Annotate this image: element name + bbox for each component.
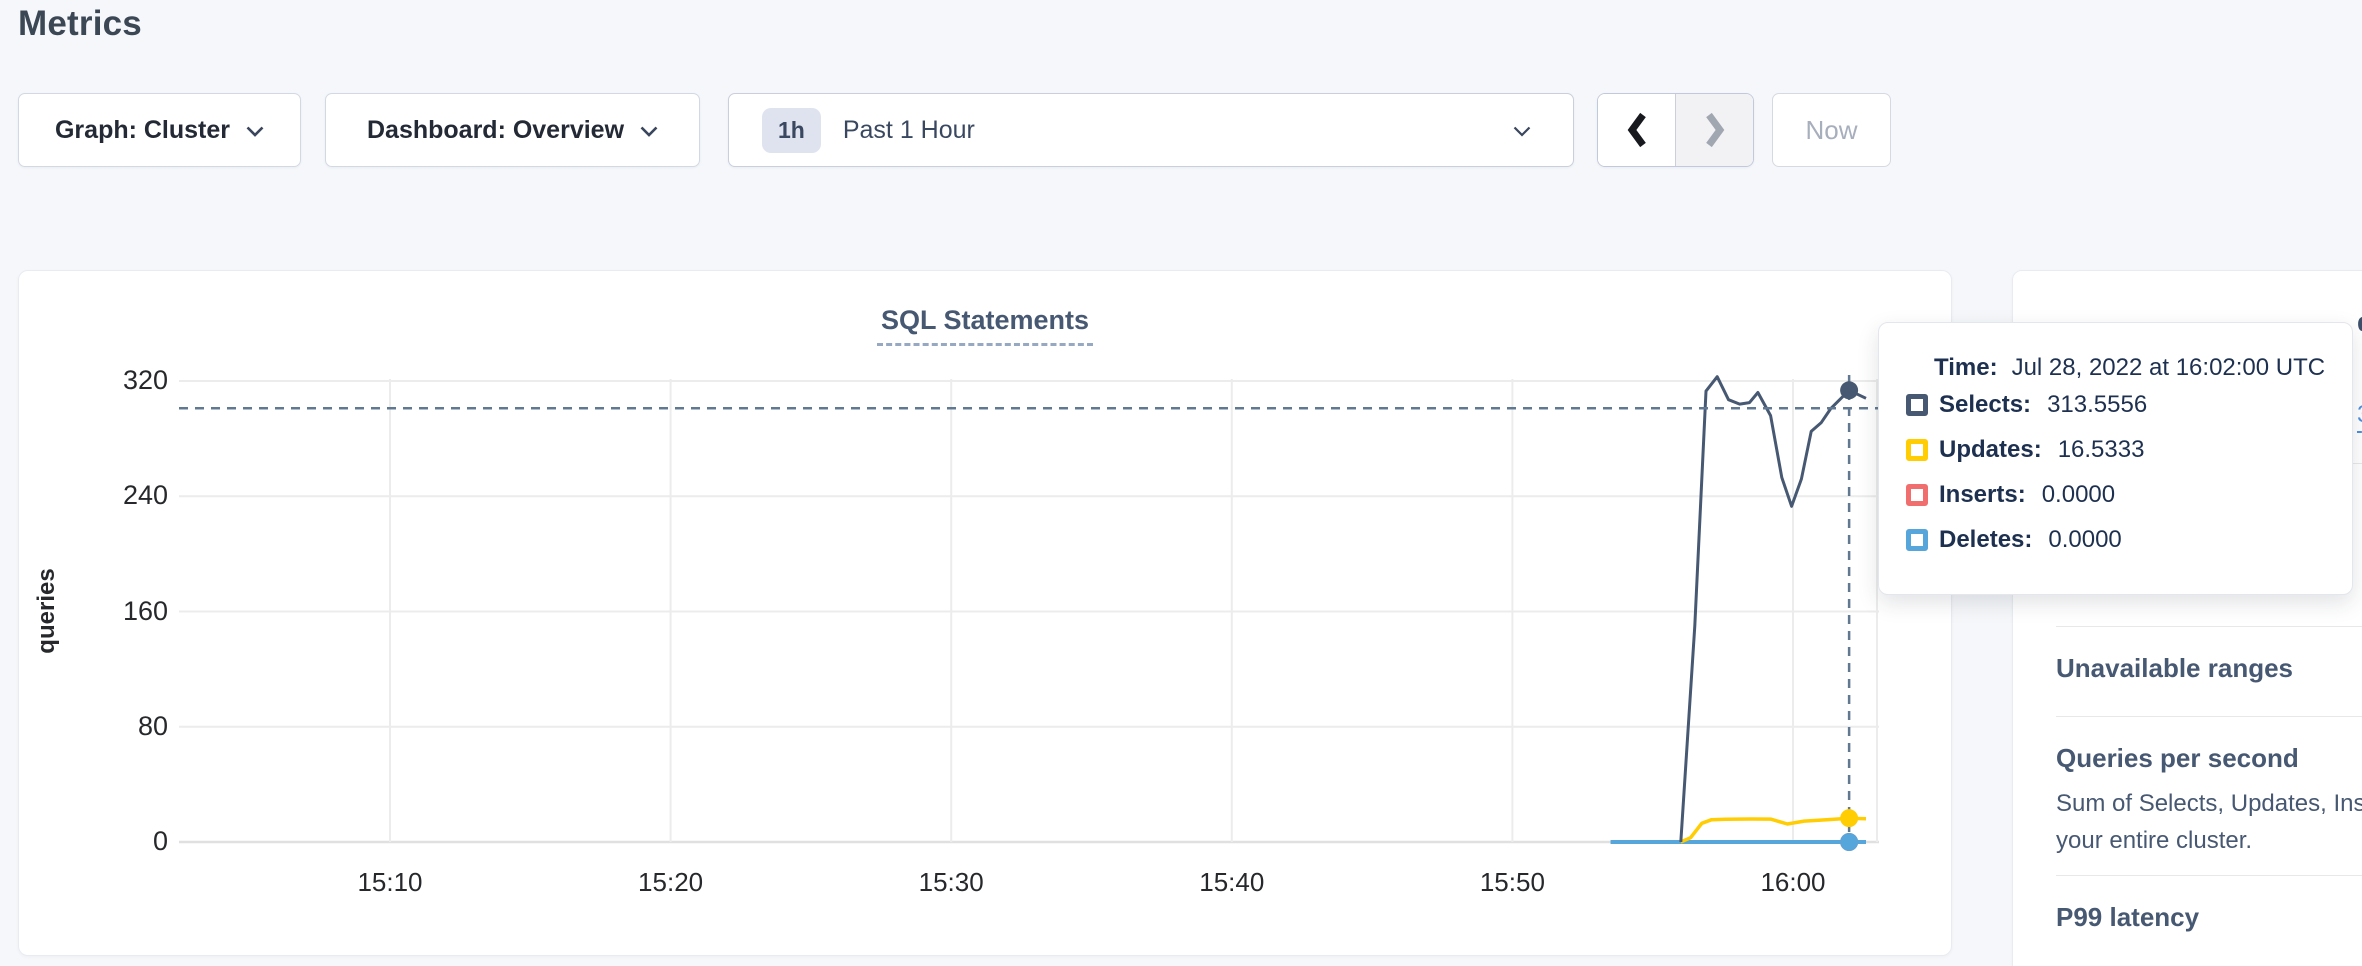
tooltip-series-row: Deletes: 0.0000 xyxy=(1906,527,2122,553)
y-tick-label: 320 xyxy=(73,365,168,396)
tooltip-time-label: Time: xyxy=(1934,354,1998,381)
now-button[interactable]: Now xyxy=(1772,93,1891,167)
dashboard-dropdown-label: Dashboard: Overview xyxy=(367,116,624,145)
time-range-select[interactable]: 1h Past 1 Hour xyxy=(728,93,1574,167)
line-chart[interactable] xyxy=(19,271,1953,957)
prev-timespan-button[interactable] xyxy=(1598,94,1675,166)
tooltip-series-row: Selects: 313.5556 xyxy=(1906,392,2147,418)
sidebar-section: P99 latency xyxy=(2056,875,2362,933)
tooltip-series-value: 0.0000 xyxy=(2042,481,2115,509)
graph-dropdown[interactable]: Graph: Cluster xyxy=(18,93,301,167)
x-tick-label: 16:00 xyxy=(1733,867,1853,898)
graph-dropdown-label: Graph: Cluster xyxy=(55,116,230,145)
chevron-right-icon xyxy=(1703,111,1727,149)
time-pager xyxy=(1597,93,1754,167)
clipped-link-fragment[interactable]: 3 xyxy=(2357,401,2362,433)
x-tick-label: 15:20 xyxy=(611,867,731,898)
selects-series-icon xyxy=(1906,394,1928,416)
sidebar-section: Unavailable ranges xyxy=(2056,626,2362,684)
y-tick-label: 160 xyxy=(73,596,168,627)
tooltip-series-value: 16.5333 xyxy=(2058,436,2145,464)
clipped-text-fragment: d xyxy=(2357,307,2362,338)
tooltip-series-row: Updates: 16.5333 xyxy=(1906,437,2144,463)
sidebar-section-heading: P99 latency xyxy=(2056,902,2362,933)
y-tick-label: 80 xyxy=(73,711,168,742)
inserts-series-icon xyxy=(1906,484,1928,506)
tooltip-series-label: Updates: xyxy=(1939,436,2042,464)
time-range-badge: 1h xyxy=(762,108,821,153)
x-tick-label: 15:50 xyxy=(1452,867,1572,898)
updates-series-icon xyxy=(1906,439,1928,461)
dashboard-dropdown[interactable]: Dashboard: Overview xyxy=(325,93,700,167)
tooltip-series-row: Inserts: 0.0000 xyxy=(1906,482,2115,508)
chevron-down-icon xyxy=(246,126,264,137)
sidebar-section-heading: Queries per second xyxy=(2056,743,2362,774)
tooltip-series-value: 313.5556 xyxy=(2047,391,2147,419)
sql-statements-chart-panel: SQL Statements queries 08016024032015:10… xyxy=(18,270,1952,956)
tooltip-series-label: Selects: xyxy=(1939,391,2031,419)
tooltip-time-row: Time: Jul 28, 2022 at 16:02:00 UTC xyxy=(1934,354,2325,382)
x-tick-label: 15:10 xyxy=(330,867,450,898)
chevron-down-icon xyxy=(1513,126,1531,137)
tooltip-series-label: Deletes: xyxy=(1939,526,2032,554)
tooltip-time-value: Jul 28, 2022 at 16:02:00 UTC xyxy=(2012,354,2326,381)
x-tick-label: 15:30 xyxy=(891,867,1011,898)
chevron-left-icon xyxy=(1625,111,1649,149)
sidebar-section-heading: Unavailable ranges xyxy=(2056,653,2362,684)
x-tick-label: 15:40 xyxy=(1172,867,1292,898)
chevron-down-icon xyxy=(640,126,658,137)
tooltip-series-value: 0.0000 xyxy=(2048,526,2121,554)
page-title: Metrics xyxy=(18,4,142,44)
sidebar-section: Queries per second Sum of Selects, Update… xyxy=(2056,716,2362,859)
sidebar-section-description: Sum of Selects, Updates, Inseryour entir… xyxy=(2056,785,2362,859)
y-tick-label: 0 xyxy=(73,826,168,857)
deletes-series-icon xyxy=(1906,529,1928,551)
tooltip-series-label: Inserts: xyxy=(1939,481,2026,509)
next-timespan-button[interactable] xyxy=(1675,94,1753,166)
chart-title[interactable]: SQL Statements xyxy=(877,305,1093,346)
time-range-label: Past 1 Hour xyxy=(843,116,975,145)
y-tick-label: 240 xyxy=(73,480,168,511)
chart-tooltip: Time: Jul 28, 2022 at 16:02:00 UTC Select… xyxy=(1878,322,2353,595)
